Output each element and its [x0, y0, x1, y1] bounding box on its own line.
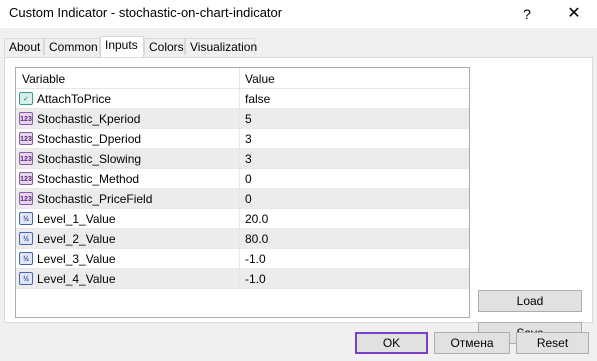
table-header: Variable Value [16, 68, 469, 89]
int-icon: 123 [19, 112, 33, 125]
column-divider[interactable] [239, 68, 240, 88]
variable-value[interactable]: 0 [245, 172, 252, 186]
dialog-client-area: About Common Inputs Colors Visualization… [0, 28, 597, 361]
variable-value[interactable]: 3 [245, 152, 252, 166]
double-icon: ½ [19, 232, 33, 245]
table-row[interactable]: ½ Level_1_Value 20.0 [16, 209, 469, 229]
cell-divider [239, 249, 240, 269]
variable-name: Level_2_Value [37, 232, 116, 246]
variable-value[interactable]: 80.0 [245, 232, 268, 246]
reset-button[interactable]: Reset [516, 332, 589, 354]
variable-value[interactable]: false [245, 92, 270, 106]
tab-colors[interactable]: Colors [144, 38, 185, 55]
variable-name: AttachToPrice [37, 92, 112, 106]
int-icon: 123 [19, 152, 33, 165]
table-row[interactable]: ½ Level_4_Value -1.0 [16, 269, 469, 289]
variable-name: Stochastic_Slowing [37, 152, 142, 166]
cell-divider [239, 209, 240, 229]
double-icon: ½ [19, 252, 33, 265]
cell-divider [239, 169, 240, 189]
help-button[interactable]: ? [504, 0, 550, 28]
column-header-variable[interactable]: Variable [22, 72, 65, 86]
table-row[interactable]: 123 Stochastic_PriceField 0 [16, 189, 469, 209]
table-row[interactable]: 123 Stochastic_Kperiod 5 [16, 109, 469, 129]
variable-name: Stochastic_Kperiod [37, 112, 141, 126]
variable-name: Level_4_Value [37, 272, 116, 286]
tab-common[interactable]: Common [44, 38, 100, 55]
ok-button[interactable]: OK [355, 332, 428, 354]
variable-name: Level_3_Value [37, 252, 116, 266]
int-icon: 123 [19, 192, 33, 205]
variable-value[interactable]: -1.0 [245, 252, 266, 266]
int-icon: 123 [19, 172, 33, 185]
cell-divider [239, 229, 240, 249]
bool-icon: ✓ [19, 92, 33, 105]
variable-value[interactable]: 3 [245, 132, 252, 146]
cell-divider [239, 89, 240, 109]
double-icon: ½ [19, 212, 33, 225]
load-button[interactable]: Load [478, 290, 582, 312]
table-row[interactable]: ½ Level_2_Value 80.0 [16, 229, 469, 249]
int-icon: 123 [19, 132, 33, 145]
variable-value[interactable]: -1.0 [245, 272, 266, 286]
double-icon: ½ [19, 272, 33, 285]
cell-divider [239, 149, 240, 169]
variable-value[interactable]: 5 [245, 112, 252, 126]
table-row[interactable]: ½ Level_3_Value -1.0 [16, 249, 469, 269]
cell-divider [239, 269, 240, 289]
variable-name: Stochastic_Dperiod [37, 132, 142, 146]
variable-name: Stochastic_PriceField [37, 192, 153, 206]
close-button[interactable]: ✕ [551, 0, 597, 28]
inputs-table: Variable Value ✓ AttachToPrice false 123 Sto… [15, 67, 470, 318]
cell-divider [239, 109, 240, 129]
cell-divider [239, 129, 240, 149]
variable-name: Level_1_Value [37, 212, 116, 226]
title-bar: Custom Indicator - stochastic-on-chart-i… [0, 0, 597, 28]
inputs-panel: Variable Value ✓ AttachToPrice false 123 Sto… [4, 57, 593, 323]
table-row[interactable]: 123 Stochastic_Slowing 3 [16, 149, 469, 169]
variable-value[interactable]: 0 [245, 192, 252, 206]
cancel-button[interactable]: Отмена [434, 332, 510, 354]
table-row[interactable]: 123 Stochastic_Dperiod 3 [16, 129, 469, 149]
tab-about[interactable]: About [4, 38, 44, 55]
table-row[interactable]: 123 Stochastic_Method 0 [16, 169, 469, 189]
tab-visualization[interactable]: Visualization [185, 38, 257, 55]
variable-value[interactable]: 20.0 [245, 212, 268, 226]
window-title: Custom Indicator - stochastic-on-chart-i… [9, 5, 283, 20]
cell-divider [239, 189, 240, 209]
variable-name: Stochastic_Method [37, 172, 140, 186]
column-header-value[interactable]: Value [245, 72, 275, 86]
tab-inputs[interactable]: Inputs [100, 36, 144, 57]
table-row[interactable]: ✓ AttachToPrice false [16, 89, 469, 109]
